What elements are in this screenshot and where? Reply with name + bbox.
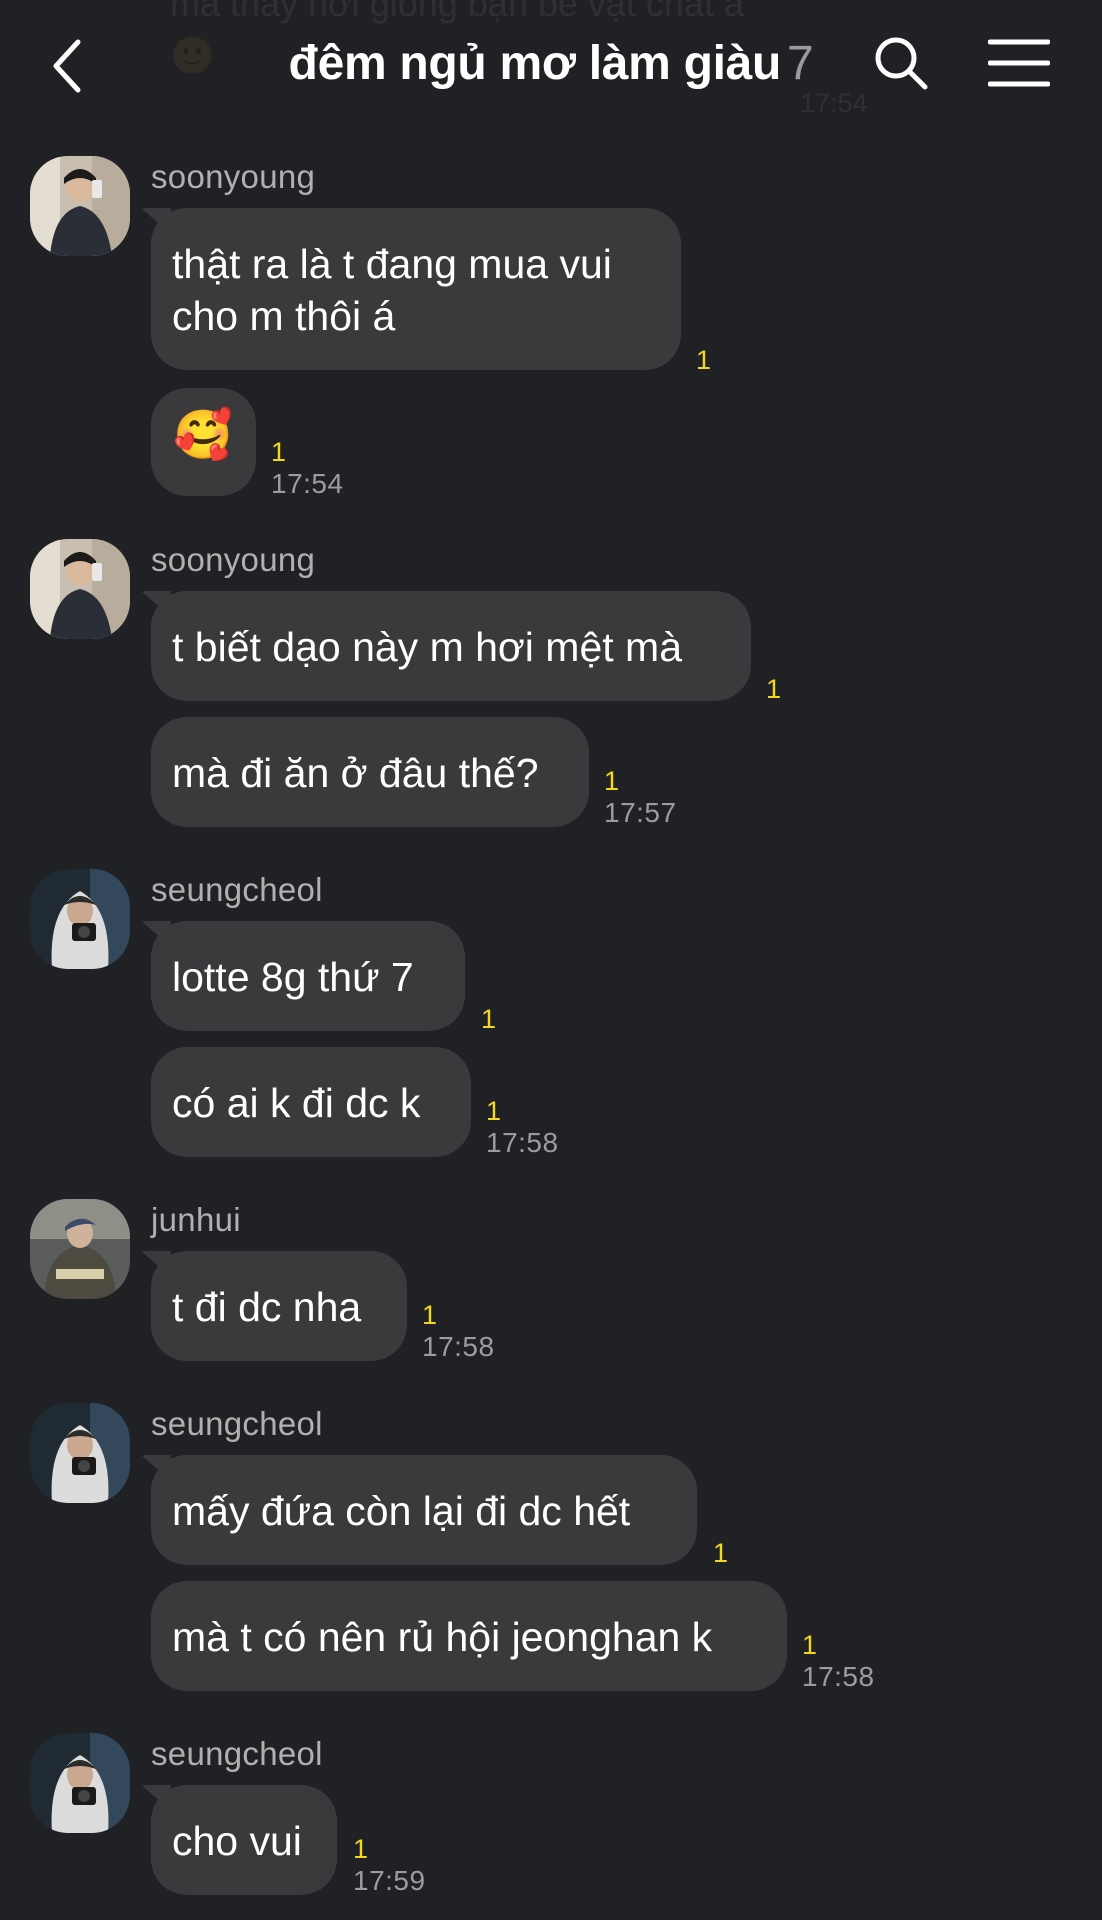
message-meta: 1 17:57	[604, 765, 677, 829]
message-bubble-emoji[interactable]: 🥰	[151, 388, 256, 496]
message-meta: 1	[766, 673, 781, 705]
message-meta: 1 17:59	[353, 1833, 426, 1897]
message-text: cho vui	[172, 1818, 302, 1864]
chat-header: đêm ngủ mơ làm giàu 7	[0, 0, 1102, 130]
message-text: mà t có nên rủ hội jeonghan k	[172, 1614, 713, 1660]
avatar-seungcheol[interactable]	[30, 1733, 130, 1833]
sender-name: soonyoung	[151, 541, 316, 578]
message-bubble[interactable]: có ai k đi dc k	[151, 1047, 471, 1157]
message-text: mà đi ăn ở đâu thế?	[172, 750, 539, 796]
avatar-junhui[interactable]	[30, 1199, 130, 1299]
message-text: thật ra là t đang mua vui cho m thôi á	[172, 241, 612, 339]
avatar-image	[30, 1199, 130, 1299]
message-meta: 1 17:54	[271, 436, 344, 500]
message-text: mấy đứa còn lại đi dc hết	[172, 1488, 631, 1534]
avatar-soonyoung[interactable]	[30, 156, 130, 256]
menu-icon	[987, 39, 1051, 87]
sender-name: seungcheol	[151, 871, 323, 908]
message-time: 17:58	[486, 1127, 559, 1158]
avatar-image	[30, 1403, 130, 1503]
unread-count: 1	[271, 437, 287, 467]
unread-count: 1	[696, 345, 712, 375]
member-count: 7	[787, 37, 814, 90]
unread-count: 1	[713, 1538, 729, 1568]
menu-button[interactable]	[987, 38, 1051, 88]
unread-count: 1	[486, 1096, 502, 1126]
unread-count: 1	[802, 1630, 818, 1660]
sender-name: soonyoung	[151, 158, 316, 195]
message-text: lotte 8g thứ 7	[172, 954, 414, 1000]
message-meta: 1	[696, 344, 711, 376]
message-time: 17:59	[353, 1865, 426, 1896]
message-bubble[interactable]: t biết dạo này m hơi mệt mà	[151, 591, 751, 701]
message-meta: 1 17:58	[802, 1629, 875, 1693]
message-time: 17:57	[604, 797, 677, 828]
avatar-seungcheol[interactable]	[30, 1403, 130, 1503]
unread-count: 1	[353, 1834, 369, 1864]
message-bubble[interactable]: thật ra là t đang mua vui cho m thôi á	[151, 208, 681, 370]
sender-name: junhui	[151, 1201, 241, 1238]
message-bubble[interactable]: t đi dc nha	[151, 1251, 407, 1361]
message-bubble[interactable]: mấy đứa còn lại đi dc hết	[151, 1455, 697, 1565]
message-time: 17:54	[271, 468, 344, 499]
message-bubble[interactable]: cho vui	[151, 1785, 337, 1895]
message-bubble[interactable]: mà đi ăn ở đâu thế?	[151, 717, 589, 827]
avatar-image	[30, 539, 130, 639]
message-bubble[interactable]: mà t có nên rủ hội jeonghan k	[151, 1581, 787, 1691]
message-meta: 1	[481, 1003, 496, 1035]
chat-title-text: đêm ngủ mơ làm giàu	[288, 37, 782, 90]
message-text: t đi dc nha	[172, 1284, 362, 1330]
message-meta: 1	[713, 1537, 728, 1569]
avatar-seungcheol[interactable]	[30, 869, 130, 969]
avatar-image	[30, 869, 130, 969]
sender-name: seungcheol	[151, 1735, 323, 1772]
message-text: có ai k đi dc k	[172, 1080, 421, 1126]
search-button[interactable]	[872, 34, 930, 92]
emoji-smiling-hearts-icon: 🥰	[173, 409, 233, 462]
search-icon	[875, 37, 928, 90]
message-bubble[interactable]: lotte 8g thứ 7	[151, 921, 465, 1031]
avatar-image	[30, 156, 130, 256]
message-meta: 1 17:58	[486, 1095, 559, 1159]
message-meta: 1 17:58	[422, 1299, 495, 1363]
unread-count: 1	[766, 674, 782, 704]
sender-name: seungcheol	[151, 1405, 323, 1442]
unread-count: 1	[604, 766, 620, 796]
avatar-soonyoung[interactable]	[30, 539, 130, 639]
unread-count: 1	[422, 1300, 438, 1330]
message-text: t biết dạo này m hơi mệt mà	[172, 624, 682, 670]
chat-title[interactable]: đêm ngủ mơ làm giàu 7	[0, 36, 1102, 91]
avatar-image	[30, 1733, 130, 1833]
message-time: 17:58	[802, 1661, 875, 1692]
message-time: 17:58	[422, 1331, 495, 1362]
unread-count: 1	[481, 1004, 497, 1034]
